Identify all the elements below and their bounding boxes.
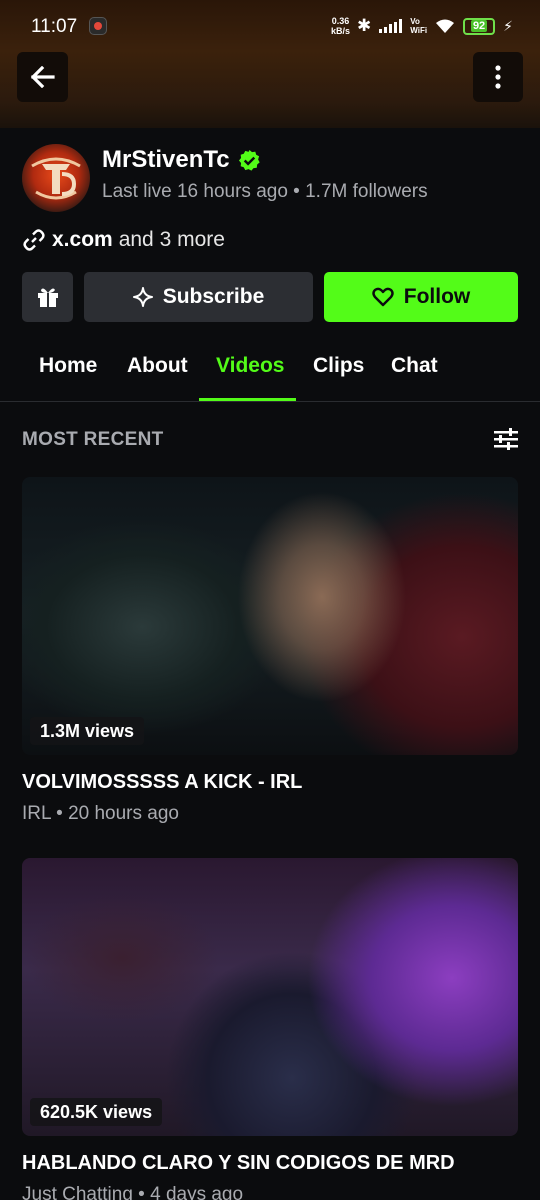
network-speed: 0.36 kB/s xyxy=(331,16,350,36)
more-vertical-icon xyxy=(495,65,501,89)
verified-badge-icon xyxy=(238,149,260,171)
battery-level: 92 xyxy=(470,20,488,32)
channel-meta: Last live 16 hours ago • 1.7M followers xyxy=(102,181,428,202)
views-badge: 1.3M views xyxy=(30,717,145,745)
back-button[interactable] xyxy=(17,52,68,102)
battery-icon: 92 xyxy=(463,17,496,35)
vowifi-vo: Vo xyxy=(410,17,420,26)
link-more[interactable]: and 3 more xyxy=(119,228,225,252)
heart-icon xyxy=(372,287,394,307)
section-title: MOST RECENT xyxy=(22,429,164,450)
cell-signal-icon xyxy=(379,19,403,33)
tab-about[interactable]: About xyxy=(127,354,188,378)
follow-label: Follow xyxy=(403,285,471,308)
vowifi-indicator: Vo WiFi xyxy=(410,17,427,35)
arrow-left-icon xyxy=(30,66,55,88)
video-thumbnail[interactable]: 1.3M views xyxy=(22,477,518,755)
link-primary[interactable]: x.com xyxy=(52,228,113,252)
channel-logo-icon xyxy=(31,157,81,200)
social-links[interactable]: x.com and 3 more xyxy=(22,228,225,252)
subscribe-label: Subscribe xyxy=(162,285,265,308)
charging-icon: ⚡ xyxy=(503,17,513,34)
status-time: 11:07 xyxy=(31,16,78,37)
status-icons: ✱ Vo WiFi 92 ⚡ xyxy=(357,16,513,36)
tab-clips[interactable]: Clips xyxy=(313,354,364,378)
network-speed-unit: kB/s xyxy=(331,26,351,36)
video-title[interactable]: HABLANDO CLARO Y SIN CODIGOS DE MRD xyxy=(22,1152,455,1175)
wifi-icon xyxy=(436,19,455,33)
sparkle-icon xyxy=(132,287,153,307)
channel-avatar[interactable] xyxy=(22,144,90,212)
active-tab-indicator xyxy=(199,398,296,401)
channel-banner: 11:07 0.36 kB/s ✱ Vo WiFi 92 ⚡ xyxy=(0,0,540,128)
tab-videos[interactable]: Videos xyxy=(216,354,284,378)
gift-button[interactable] xyxy=(22,272,73,322)
follow-button[interactable]: Follow xyxy=(324,272,518,322)
filter-sliders-icon[interactable] xyxy=(494,427,518,451)
link-icon xyxy=(23,229,45,251)
more-options-button[interactable] xyxy=(473,52,523,102)
views-badge: 620.5K views xyxy=(30,1098,163,1126)
status-bar: 11:07 0.36 kB/s ✱ Vo WiFi 92 ⚡ xyxy=(0,0,540,52)
vowifi-wifi: WiFi xyxy=(410,26,428,35)
network-speed-value: 0.36 xyxy=(331,16,350,26)
tab-home[interactable]: Home xyxy=(39,354,97,378)
subscribe-button[interactable]: Subscribe xyxy=(84,272,313,322)
channel-name-text: MrStivenTc xyxy=(102,146,230,173)
channel-name: MrStivenTc xyxy=(102,146,261,174)
tab-chat[interactable]: Chat xyxy=(391,354,438,378)
video-title[interactable]: VOLVIMOSSSSS A KICK - IRL xyxy=(22,771,302,794)
gift-icon xyxy=(37,288,58,307)
video-thumbnail[interactable]: 620.5K views xyxy=(22,858,518,1136)
video-meta: IRL • 20 hours ago xyxy=(22,803,179,824)
channel-tabs: Home About Videos Clips Chat xyxy=(0,338,540,402)
bluetooth-icon: ✱ xyxy=(357,16,372,35)
screen-record-icon xyxy=(89,17,107,35)
video-meta: Just Chatting • 4 days ago xyxy=(22,1184,244,1200)
